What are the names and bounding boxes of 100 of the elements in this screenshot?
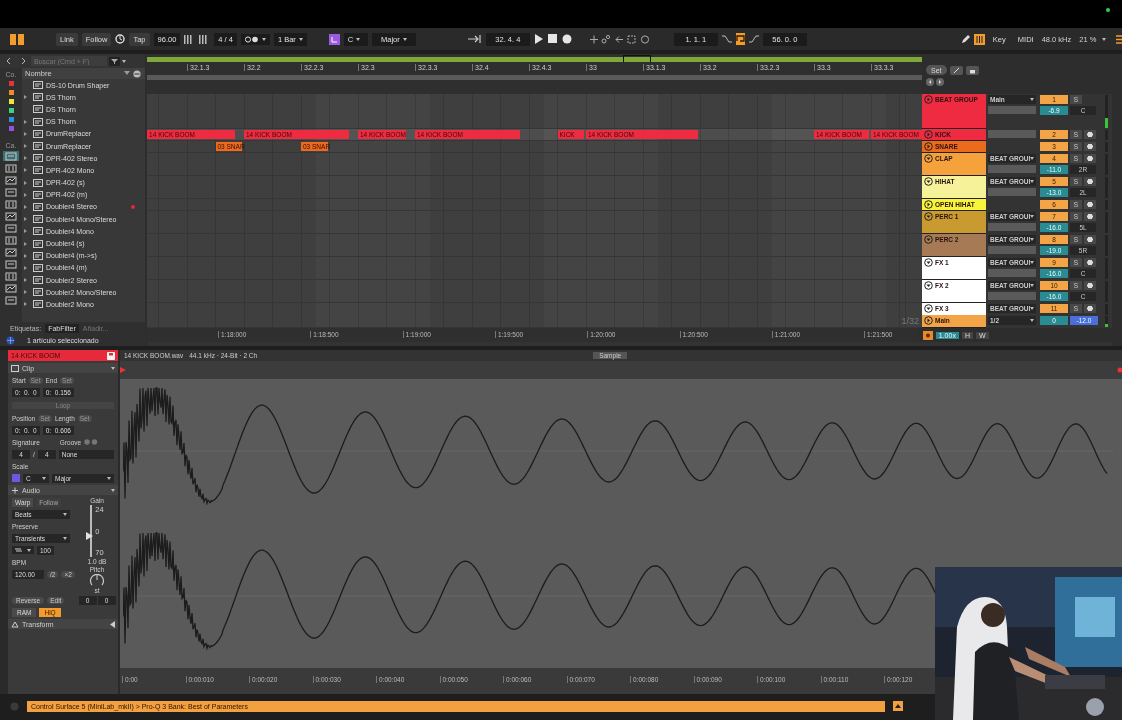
stop-button[interactable] — [547, 34, 558, 44]
category-icon[interactable] — [3, 175, 19, 185]
expand-arrow-icon[interactable] — [24, 204, 27, 209]
input-field[interactable] — [988, 130, 1036, 138]
category-icon[interactable] — [3, 259, 19, 269]
arm-button[interactable] — [1084, 177, 1096, 186]
toggle-circle-icon[interactable] — [924, 258, 933, 267]
punch-out-icon[interactable] — [748, 35, 759, 43]
input-field[interactable] — [988, 269, 1036, 277]
arm-button[interactable] — [1084, 142, 1096, 151]
category-icon[interactable] — [3, 199, 19, 209]
scroll-left-button[interactable] — [926, 78, 934, 86]
expand-arrow-icon[interactable] — [24, 168, 27, 173]
plugin-icon — [33, 251, 43, 260]
expand-arrow-icon[interactable] — [24, 241, 27, 246]
expand-arrow-icon[interactable] — [24, 131, 27, 136]
expand-arrow-icon[interactable] — [24, 95, 27, 100]
category-icon[interactable] — [3, 223, 19, 233]
arm-button[interactable] — [1084, 281, 1096, 290]
keyboard-icon[interactable] — [973, 33, 985, 45]
column-options-icon[interactable] — [124, 69, 142, 78]
toggle-circle-icon[interactable] — [924, 304, 933, 313]
end-marker-icon[interactable] — [1117, 367, 1122, 373]
expand-arrow-icon[interactable] — [24, 156, 27, 161]
scroll-right-button[interactable] — [936, 78, 944, 86]
plugin-icon — [33, 154, 43, 163]
arm-button[interactable] — [1084, 235, 1096, 244]
arrow-to-line-icon[interactable] — [467, 35, 482, 43]
expand-icon[interactable] — [949, 66, 963, 75]
expand-arrow-icon[interactable] — [24, 119, 27, 124]
play-button[interactable] — [533, 34, 544, 44]
category-icon[interactable] — [3, 283, 19, 293]
start-marker-icon[interactable] — [120, 367, 126, 373]
caret-icon[interactable] — [1102, 37, 1107, 41]
expand-arrow-icon[interactable] — [24, 144, 27, 149]
toggle-circle-icon[interactable] — [924, 235, 933, 244]
arm-button[interactable] — [1084, 200, 1096, 209]
plugin-icon — [33, 276, 43, 285]
scale-icon[interactable] — [328, 33, 340, 45]
caret-icon[interactable] — [111, 488, 115, 492]
toggle-circle-icon[interactable] — [924, 95, 933, 104]
pencil-icon[interactable] — [960, 34, 970, 44]
loop-button[interactable] — [735, 33, 745, 45]
toggle-circle-icon[interactable] — [924, 212, 933, 221]
input-field[interactable] — [988, 106, 1036, 114]
camera-indicator-icon — [1106, 8, 1110, 12]
plugin-icon — [33, 300, 43, 309]
category-icon[interactable] — [3, 211, 19, 221]
category-icon[interactable] — [3, 271, 19, 281]
arm-button[interactable] — [1084, 154, 1096, 163]
arm-button[interactable] — [1084, 258, 1096, 267]
expand-arrow-icon[interactable] — [24, 229, 27, 234]
input-field[interactable] — [988, 223, 1036, 231]
caret-icon[interactable] — [122, 59, 126, 63]
expand-arrow-icon[interactable] — [24, 253, 27, 258]
input-field[interactable] — [988, 246, 1036, 254]
edit-tools-icon[interactable] — [589, 34, 650, 44]
record-button[interactable] — [561, 34, 572, 44]
gain-slider-thumb[interactable] — [86, 532, 94, 541]
punch-in-icon[interactable] — [721, 35, 732, 43]
collapse-arrow-icon[interactable] — [110, 620, 115, 628]
toggle-circle-icon[interactable] — [924, 177, 933, 186]
pitch-knob[interactable] — [89, 574, 105, 586]
expand-status-button[interactable] — [893, 701, 903, 711]
category-icon[interactable] — [3, 163, 19, 173]
loop-mode-dropdown[interactable] — [12, 546, 34, 554]
plugin-icon — [33, 93, 43, 102]
category-icon[interactable] — [3, 187, 19, 197]
metronome-button[interactable] — [240, 33, 270, 45]
metronome-icon[interactable] — [244, 35, 259, 43]
panels-icon[interactable] — [10, 33, 24, 45]
groove-icons[interactable] — [84, 439, 99, 445]
input-field[interactable] — [988, 165, 1036, 173]
category-icon[interactable] — [3, 295, 19, 305]
toggle-circle-icon[interactable] — [924, 130, 933, 139]
expand-arrow-icon[interactable] — [24, 302, 27, 307]
filter-icon[interactable] — [109, 56, 120, 66]
save-icon[interactable] — [107, 351, 115, 360]
toggle-circle-icon[interactable] — [924, 281, 933, 290]
expand-arrow-icon[interactable] — [24, 265, 27, 270]
category-icon[interactable] — [3, 247, 19, 257]
toggle-circle-icon[interactable] — [924, 142, 933, 151]
input-field[interactable] — [988, 292, 1036, 300]
expand-arrow-icon[interactable] — [24, 180, 27, 185]
waveform-toggle-icon[interactable] — [922, 330, 933, 340]
expand-arrow-icon[interactable] — [24, 192, 27, 197]
expand-arrow-icon[interactable] — [24, 278, 27, 283]
toggle-circle-icon[interactable] — [924, 316, 933, 325]
toggle-circle-icon[interactable] — [924, 200, 933, 209]
caret-icon[interactable] — [111, 366, 115, 370]
arm-button[interactable] — [1084, 212, 1096, 221]
arm-button[interactable] — [1084, 304, 1096, 313]
category-icon[interactable] — [3, 235, 19, 245]
arm-button[interactable] — [1084, 130, 1096, 139]
expand-arrow-icon[interactable] — [24, 217, 27, 222]
expand-arrow-icon[interactable] — [24, 290, 27, 295]
toggle-circle-icon[interactable] — [924, 154, 933, 163]
input-field[interactable] — [988, 188, 1036, 196]
swap-icon[interactable] — [15, 547, 22, 553]
lock-icon[interactable] — [965, 66, 979, 75]
